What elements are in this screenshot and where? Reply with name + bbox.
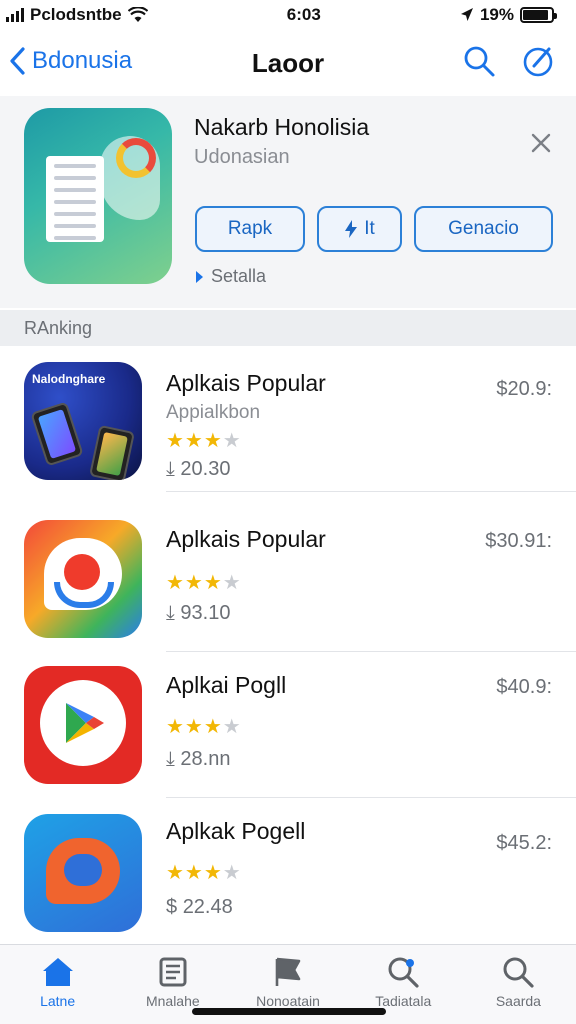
tab-label: Nonoatain bbox=[256, 993, 320, 1009]
app-meta-value: 28.nn bbox=[180, 748, 231, 770]
play-triangle-icon bbox=[196, 270, 203, 283]
details-label: Setalla bbox=[211, 266, 267, 286]
phone-graphic bbox=[30, 401, 84, 467]
app-meta: ⤓ 28.nn bbox=[166, 748, 230, 771]
phones-icon: Nalodnghare bbox=[24, 362, 142, 480]
battery-percent: 19% bbox=[479, 5, 514, 24]
app-price[interactable]: $20.9: bbox=[496, 378, 552, 401]
download-icon: ⤓ bbox=[166, 458, 181, 480]
app-meta: $ 22.48 bbox=[166, 896, 233, 919]
newspaper-icon bbox=[159, 957, 187, 987]
status-right: 19% bbox=[460, 5, 557, 25]
tab-label: Mnalahe bbox=[145, 993, 200, 1009]
app-meta-value: 93.10 bbox=[180, 602, 231, 624]
app-title: Aplkais Popular bbox=[166, 526, 326, 552]
battery-icon bbox=[520, 7, 557, 23]
it-button-label: It bbox=[364, 218, 375, 239]
wifi-icon bbox=[127, 7, 148, 22]
ring-graphic bbox=[116, 138, 156, 178]
details-link[interactable]: Setalla bbox=[196, 266, 266, 287]
bolt-icon bbox=[345, 220, 358, 238]
featured-app-subtitle: Udonasian bbox=[194, 146, 290, 168]
download-icon: ⤓ bbox=[166, 602, 181, 624]
chevron-left-icon bbox=[10, 47, 25, 75]
clock: 6:03 bbox=[286, 5, 321, 24]
tab-label: Tadiatala bbox=[375, 993, 432, 1009]
dollar-icon: $ bbox=[166, 896, 183, 918]
navigation-bar: Bdonusia Laoor bbox=[0, 34, 576, 96]
home-indicator[interactable] bbox=[192, 1008, 386, 1015]
app-title: Aplkak Pogell bbox=[166, 818, 306, 844]
search-dot-icon bbox=[388, 957, 419, 988]
nav-actions bbox=[462, 44, 556, 78]
row-divider bbox=[166, 491, 576, 492]
genacio-button-label: Genacio bbox=[448, 218, 519, 239]
play-store-icon bbox=[24, 666, 142, 784]
back-button[interactable]: Bdonusia bbox=[8, 46, 132, 76]
status-left: Pclodsntbe bbox=[6, 5, 148, 25]
list-item[interactable]: Aplkak Pogell ★★★★ $ 22.48 $45.2: bbox=[0, 798, 576, 944]
app-price[interactable]: $40.9: bbox=[496, 676, 552, 699]
app-title: Aplkais Popular bbox=[166, 370, 326, 396]
featured-app-icon[interactable] bbox=[24, 108, 172, 284]
home-icon bbox=[42, 958, 73, 986]
genacio-button[interactable]: Genacio bbox=[414, 206, 553, 252]
document-graphic bbox=[46, 156, 104, 242]
message-icon bbox=[24, 814, 142, 932]
section-header: RAnking bbox=[0, 310, 576, 346]
app-meta: ⤓ 93.10 bbox=[166, 602, 230, 625]
phone-graphic bbox=[88, 424, 136, 480]
tab-label: Latne bbox=[40, 993, 76, 1009]
rapk-button[interactable]: Rapk bbox=[195, 206, 305, 252]
featured-app-card: Nakarb Honolisia Udonasian Rapk It Genac… bbox=[0, 96, 576, 308]
featured-app-name: Nakarb Honolisia bbox=[194, 114, 370, 140]
carrier-label: Pclodsntbe bbox=[30, 5, 122, 24]
app-icon-label: Nalodnghare bbox=[32, 372, 106, 386]
search-icon bbox=[503, 957, 535, 988]
bubble-hole-graphic bbox=[64, 854, 102, 886]
close-icon[interactable] bbox=[528, 130, 554, 156]
search-icon[interactable] bbox=[462, 44, 496, 78]
rapk-button-label: Rapk bbox=[227, 218, 273, 239]
download-icon: ⤓ bbox=[166, 748, 181, 770]
chat-g-icon bbox=[24, 520, 142, 638]
section-title: RAnking bbox=[24, 317, 93, 338]
status-bar: Pclodsntbe 6:03 19% bbox=[0, 0, 576, 30]
tab-label: Saarda bbox=[495, 993, 541, 1009]
star-rating: ★★★★ bbox=[166, 862, 242, 884]
tab-saarda[interactable]: Saarda bbox=[461, 945, 576, 1024]
app-meta: ⤓ 20.30 bbox=[166, 458, 230, 481]
app-price[interactable]: $30.91: bbox=[485, 530, 552, 553]
play-triangle-graphic bbox=[66, 703, 104, 743]
app-title: Aplkai Pogll bbox=[166, 672, 287, 698]
list-item[interactable]: Aplkai Pogll ★★★★ ⤓ 28.nn $40.9: bbox=[0, 652, 576, 798]
it-button[interactable]: It bbox=[317, 206, 402, 252]
signal-icon bbox=[6, 8, 24, 22]
app-subtitle: Appialkbon bbox=[166, 402, 261, 423]
flag-icon bbox=[275, 957, 301, 986]
compose-icon[interactable] bbox=[522, 44, 556, 78]
list-item[interactable]: Aplkais Popular ★★★★ ⤓ 93.10 $30.91: bbox=[0, 506, 576, 652]
back-label: Bdonusia bbox=[32, 47, 133, 74]
star-rating: ★★★★ bbox=[166, 716, 242, 738]
app-meta-value: 22.48 bbox=[182, 896, 233, 918]
list-item[interactable]: Nalodnghare Aplkais Popular Appialkbon ★… bbox=[0, 346, 576, 492]
star-rating: ★★★★ bbox=[166, 572, 242, 594]
app-meta-value: 20.30 bbox=[180, 458, 231, 480]
tab-latne[interactable]: Latne bbox=[0, 945, 115, 1024]
location-icon bbox=[460, 8, 473, 21]
app-price[interactable]: $45.2: bbox=[496, 832, 552, 855]
star-rating: ★★★★ bbox=[166, 430, 242, 452]
